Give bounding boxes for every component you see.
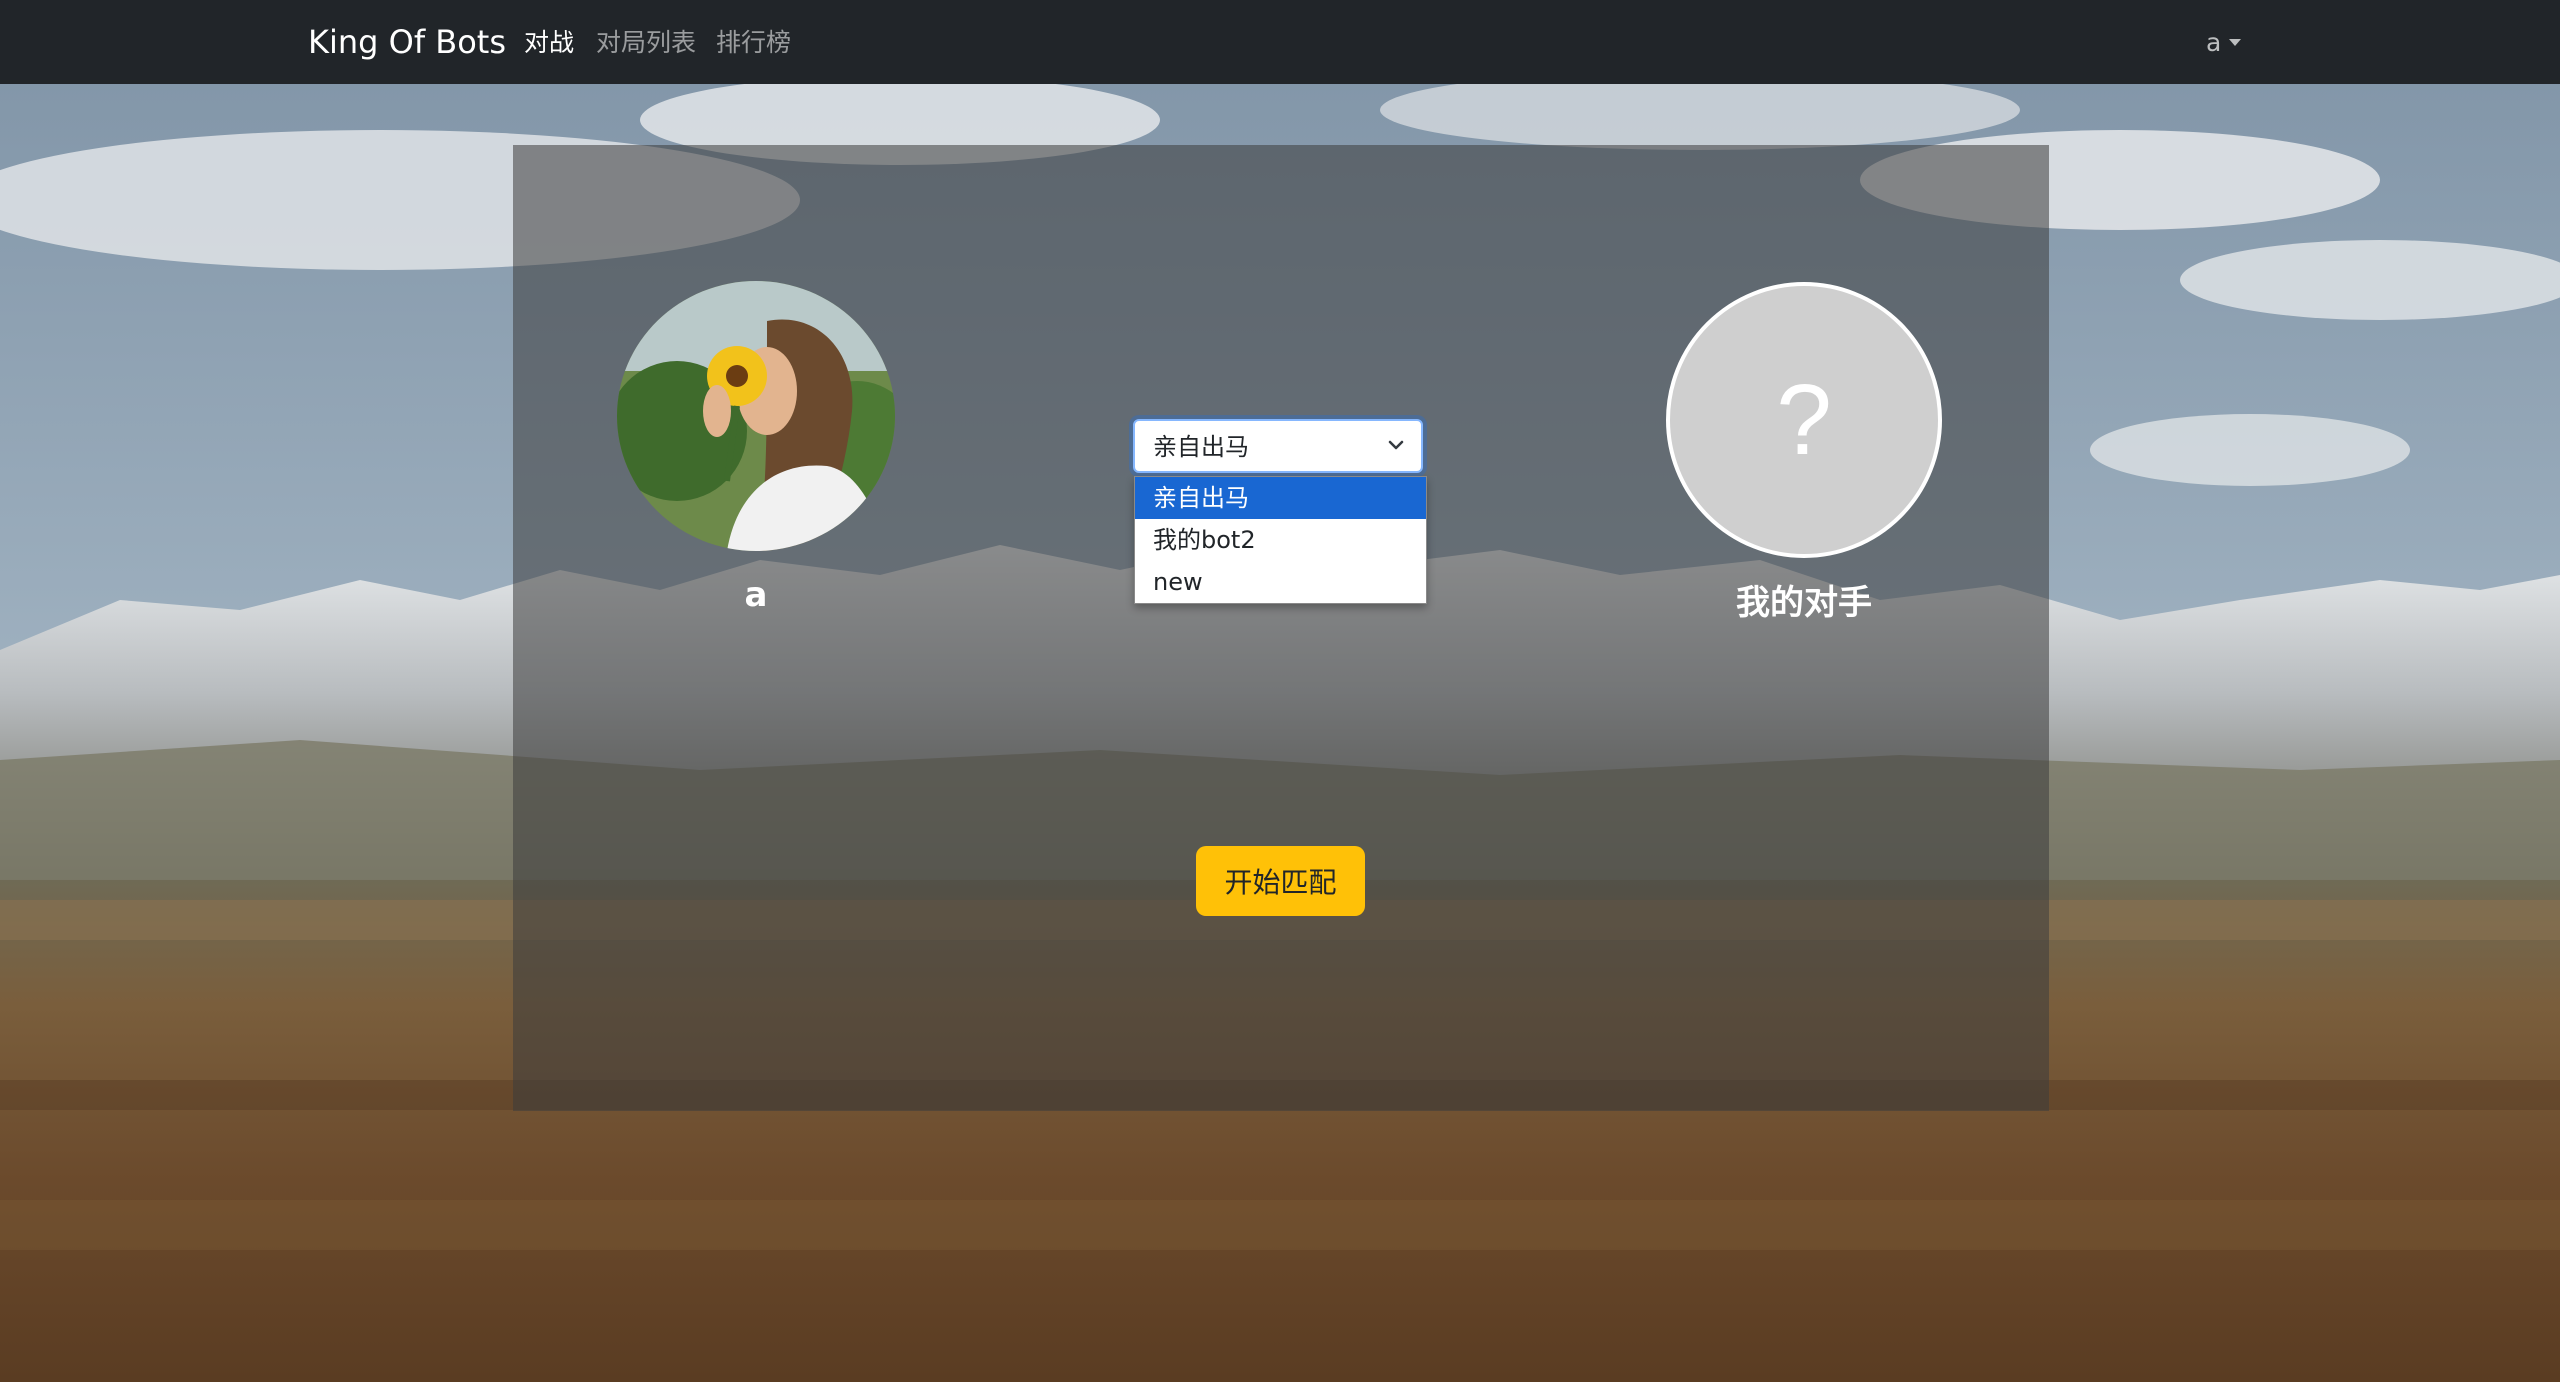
username-label: a <box>2206 28 2222 57</box>
player-avatar <box>617 281 895 551</box>
brand-logo-link[interactable]: King Of Bots <box>308 22 506 62</box>
top-navbar: King Of Bots 对战 对局列表 排行榜 a <box>0 0 2560 84</box>
opponent-name: 我的对手 <box>1736 583 1872 623</box>
nav-link-record-list[interactable]: 对局列表 <box>596 24 696 62</box>
user-dropdown-toggle[interactable]: a <box>2206 24 2242 62</box>
chevron-down-icon <box>1387 436 1405 458</box>
match-panel: a 亲自出马 亲自出马 我的bot2 new ? 我的对手 开始匹配 <box>513 145 2049 1111</box>
start-match-button[interactable]: 开始匹配 <box>1196 846 1365 916</box>
bot-option[interactable]: 亲自出马 <box>1135 477 1426 519</box>
player-name: a <box>744 575 768 615</box>
question-mark-icon: ? <box>1776 364 1832 476</box>
bot-option[interactable]: 我的bot2 <box>1135 519 1426 561</box>
nav-link-battle[interactable]: 对战 <box>524 24 574 62</box>
bot-select[interactable]: 亲自出马 <box>1133 419 1423 473</box>
bot-select-options: 亲自出马 我的bot2 new <box>1134 476 1427 604</box>
nav-link-ranklist[interactable]: 排行榜 <box>716 24 791 62</box>
caret-down-icon <box>2229 39 2242 46</box>
bot-select-value: 亲自出马 <box>1153 433 1249 461</box>
opponent-avatar-placeholder: ? <box>1666 282 1942 558</box>
bot-option[interactable]: new <box>1135 561 1426 603</box>
